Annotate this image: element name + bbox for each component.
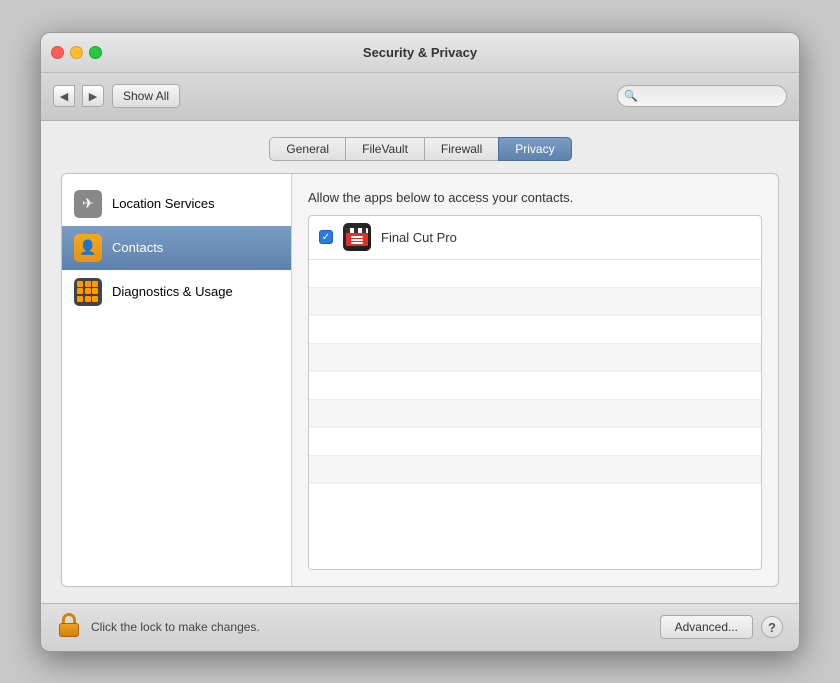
sidebar-label-diagnostics: Diagnostics & Usage [112, 284, 233, 299]
content-area: General FileVault Firewall Privacy ✈ Loc… [41, 121, 799, 603]
sidebar: ✈ Location Services 👤 Contacts Diagnosti… [62, 174, 292, 586]
contacts-icon: 👤 [74, 234, 102, 262]
sidebar-label-location: Location Services [112, 196, 215, 211]
tab-bar: General FileVault Firewall Privacy [61, 137, 779, 161]
diagnostics-icon [74, 278, 102, 306]
bottom-right: Advanced... ? [660, 615, 783, 639]
advanced-button[interactable]: Advanced... [660, 615, 753, 639]
app-list-empty-row-1 [309, 260, 761, 288]
right-panel: Allow the apps below to access your cont… [292, 174, 778, 586]
tab-filevault[interactable]: FileVault [345, 137, 425, 161]
titlebar: Security & Privacy [41, 33, 799, 73]
sidebar-label-contacts: Contacts [112, 240, 163, 255]
lock-shackle [62, 613, 76, 623]
maximize-button[interactable] [89, 46, 102, 59]
minimize-button[interactable] [70, 46, 83, 59]
app-list-empty-row-8 [309, 456, 761, 484]
close-button[interactable] [51, 46, 64, 59]
window-title: Security & Privacy [363, 45, 477, 60]
app-list-empty-row-2 [309, 288, 761, 316]
toolbar: ◀ ▶ Show All 🔍 [41, 73, 799, 121]
tab-firewall[interactable]: Firewall [424, 137, 499, 161]
sidebar-item-contacts[interactable]: 👤 Contacts [62, 226, 291, 270]
tab-privacy[interactable]: Privacy [498, 137, 571, 161]
location-icon: ✈ [74, 190, 102, 218]
app-checkbox-finalcutpro[interactable]: ✓ [319, 230, 333, 244]
main-panel: ✈ Location Services 👤 Contacts Diagnosti… [61, 173, 779, 587]
lock-icon[interactable] [57, 613, 81, 641]
app-list-empty-row-3 [309, 316, 761, 344]
app-list-empty-row-6 [309, 400, 761, 428]
app-list-empty-row-5 [309, 372, 761, 400]
lock-body [59, 623, 79, 637]
back-button[interactable]: ◀ [53, 85, 75, 107]
app-list-empty-row-7 [309, 428, 761, 456]
lock-text: Click the lock to make changes. [91, 620, 260, 634]
bottom-bar: Click the lock to make changes. Advanced… [41, 603, 799, 651]
traffic-lights [51, 46, 102, 59]
main-window: Security & Privacy ◀ ▶ Show All 🔍 Genera… [40, 32, 800, 652]
app-item-finalcutpro[interactable]: ✓ [309, 216, 761, 260]
finalcutpro-icon [343, 223, 371, 251]
tab-general[interactable]: General [269, 137, 346, 161]
app-list: ✓ [308, 215, 762, 570]
app-name-finalcutpro: Final Cut Pro [381, 230, 457, 245]
help-button[interactable]: ? [761, 616, 783, 638]
search-input[interactable] [617, 85, 787, 107]
sidebar-item-diagnostics[interactable]: Diagnostics & Usage [62, 270, 291, 314]
show-all-button[interactable]: Show All [112, 84, 180, 108]
search-container: 🔍 [617, 85, 787, 107]
app-list-empty-row-4 [309, 344, 761, 372]
forward-button[interactable]: ▶ [82, 85, 104, 107]
access-description: Allow the apps below to access your cont… [308, 190, 762, 205]
sidebar-item-location[interactable]: ✈ Location Services [62, 182, 291, 226]
